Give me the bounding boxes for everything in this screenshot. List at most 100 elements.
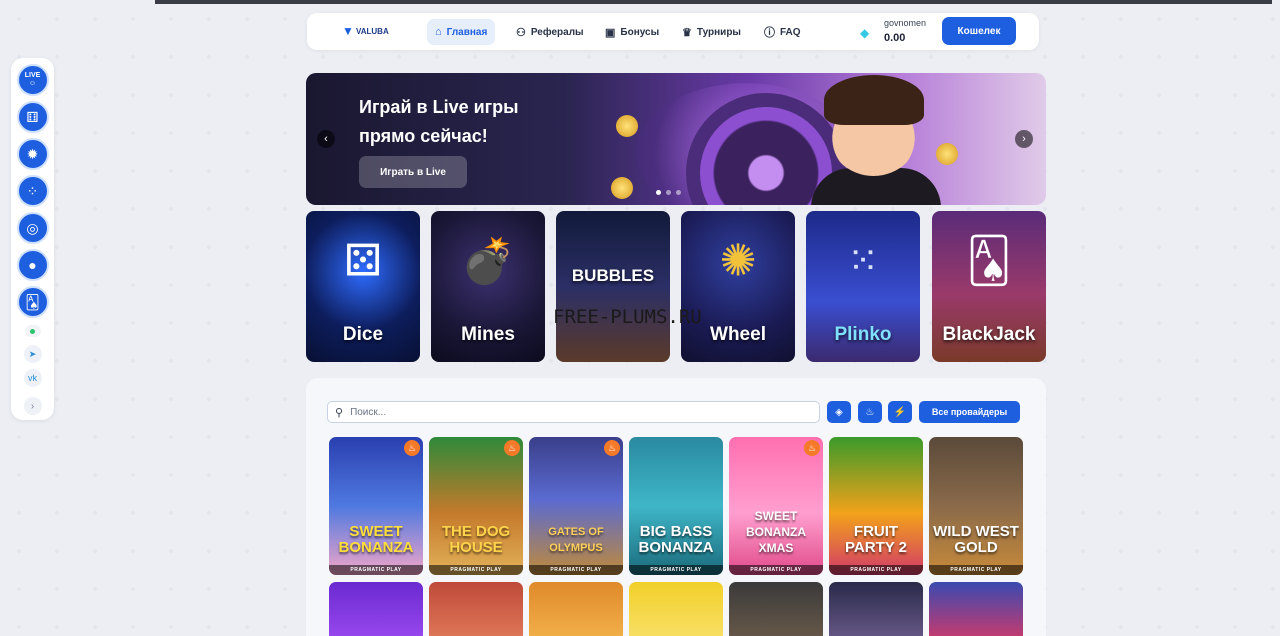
category-plinko[interactable]: ⁙ Plinko [806,211,920,362]
ring-icon: ◎ [26,219,39,236]
pagination-dot[interactable] [666,190,671,195]
filter-new-button[interactable]: ⚡ [888,401,912,423]
sidebar-wheel-button[interactable]: ✹ [16,138,49,170]
dice-icon: ⚅ [26,108,39,125]
play-live-button[interactable]: Играть в Live [359,156,467,188]
fire-icon: ♨ [804,440,820,456]
chevron-right-icon: › [1022,133,1026,145]
sidebar: LIVE ☺ ⚅ ✹ ⁘ ◎ ● 🂡 ➤ vk › [11,58,54,420]
sidebar-live-button[interactable]: LIVE ☺ [16,64,49,96]
game-title: SWEET BONANZA XMAS [746,509,806,555]
game-provider: PRAGMATIC PLAY [529,565,623,575]
game-card[interactable] [629,582,723,636]
category-mines[interactable]: 💣 Mines [431,211,545,362]
chevron-left-icon: ‹ [324,133,328,145]
game-provider: PRAGMATIC PLAY [329,565,423,575]
nav-tournaments[interactable]: ♛ Турниры [674,19,749,45]
game-card[interactable] [429,582,523,636]
lightning-icon: ⚡ [893,406,907,418]
game-title: WILD WEST GOLD [933,523,1019,556]
filter-all-button[interactable]: ◈ [827,401,851,423]
game-title: FRUIT PARTY 2 [845,523,907,556]
game-card[interactable]: ♨ THE DOG HOUSE PRAGMATIC PLAY [429,437,523,575]
game-card[interactable] [829,582,923,636]
fire-icon: ♨ [604,440,620,456]
game-card[interactable]: ♨ SWEET BONANZA PRAGMATIC PLAY [329,437,423,575]
category-label: Mines [461,324,515,345]
fire-icon: ♨ [865,406,875,418]
nav-label: Турниры [696,26,741,38]
search-icon: ⚲ [335,406,344,419]
game-card[interactable]: WILD WEST GOLD PRAGMATIC PLAY [929,437,1023,575]
category-dice[interactable]: ⚄ Dice [306,211,420,362]
game-card[interactable]: FRUIT PARTY 2 PRAGMATIC PLAY [829,437,923,575]
live-icon: LIVE ☺ [24,72,41,87]
nav-referrals[interactable]: ⚇ Рефералы [508,19,592,45]
promo-banner[interactable]: Играй в Live игры прямо сейчас! Играть в… [306,73,1046,205]
nav-bonuses[interactable]: ▣ Бонусы [597,19,667,45]
game-card[interactable]: ♨ GATES OF OLYMPUS PRAGMATIC PLAY [529,437,623,575]
filter-hot-button[interactable]: ♨ [858,401,882,423]
sidebar-ball-button[interactable]: ● [16,249,49,281]
sidebar-cards-button[interactable]: 🂡 [16,286,49,318]
nav-label: Главная [446,26,488,38]
plinko-icon: ⁙ [847,240,879,283]
game-provider: PRAGMATIC PLAY [729,565,823,575]
all-providers-button[interactable]: Все провайдеры [919,401,1020,423]
category-wheel[interactable]: ✺ Wheel [681,211,795,362]
search-input[interactable] [350,406,791,418]
game-card[interactable] [529,582,623,636]
sidebar-expand-button[interactable]: › [23,397,42,415]
cards-icon: 🂡 [25,293,40,310]
telegram-button[interactable]: ➤ [23,345,42,363]
game-title: BIG BASS BONANZA [638,523,714,556]
sidebar-bubbles-button[interactable]: ⁘ [16,175,49,207]
sidebar-ring-button[interactable]: ◎ [16,212,49,244]
balance-value: 0.00 [884,32,906,44]
wallet-button[interactable]: Кошелек [942,17,1016,45]
coin-image [616,115,638,137]
banner-title: Играй в Live игры прямо сейчас! [359,97,519,146]
diamond-icon: ◆ [860,26,870,40]
nav-faq[interactable]: ⓘ FAQ [756,19,809,45]
vk-button[interactable]: vk [23,369,42,387]
sidebar-dice-button[interactable]: ⚅ [16,101,49,133]
telegram-icon: ➤ [28,348,37,359]
logo[interactable]: ▼ VALUBA [342,25,389,37]
fire-icon: ♨ [404,440,420,456]
vk-icon: vk [28,373,37,383]
ball-icon: ● [28,257,37,273]
category-label: Dice [342,324,384,345]
logo-text: VALUBA [356,26,389,36]
dice-icon: ⚄ [343,236,383,286]
search-field[interactable]: ⚲ [327,401,820,423]
game-card[interactable] [329,582,423,636]
game-card[interactable] [729,582,823,636]
banner-next-button[interactable]: › [1015,130,1033,148]
category-label: BlackJack [942,324,1036,345]
game-card[interactable] [929,582,1023,636]
category-label: BUBBLES [571,266,655,285]
username: govnomen [884,18,927,28]
chevron-right-icon: › [30,400,35,412]
nav-home[interactable]: ⌂ Главная [427,19,496,45]
category-bubbles[interactable]: BUBBLES [556,211,670,362]
game-card[interactable]: ♨ SWEET BONANZA XMAS PRAGMATIC PLAY [729,437,823,575]
pagination-dot[interactable] [676,190,681,195]
category-blackjack[interactable]: 🂡 BlackJack [932,211,1046,362]
nav-label: Рефералы [530,26,584,38]
question-icon: ⓘ [764,27,775,39]
banner-pagination [656,190,681,195]
game-title: THE DOG HOUSE [441,523,511,556]
coin-image [936,143,958,165]
banner-prev-button[interactable]: ‹ [317,130,335,148]
logo-icon: ▼ [342,24,354,38]
fire-icon: ♨ [504,440,520,456]
online-indicator [24,325,41,337]
home-icon: ⌂ [435,26,442,38]
pagination-dot[interactable] [656,190,661,195]
watermark-text: FREE-PLUMS.RU [553,306,702,328]
game-provider: PRAGMATIC PLAY [829,565,923,575]
game-card[interactable]: BIG BASS BONANZA PRAGMATIC PLAY [629,437,723,575]
cube-icon: ◈ [835,406,843,418]
